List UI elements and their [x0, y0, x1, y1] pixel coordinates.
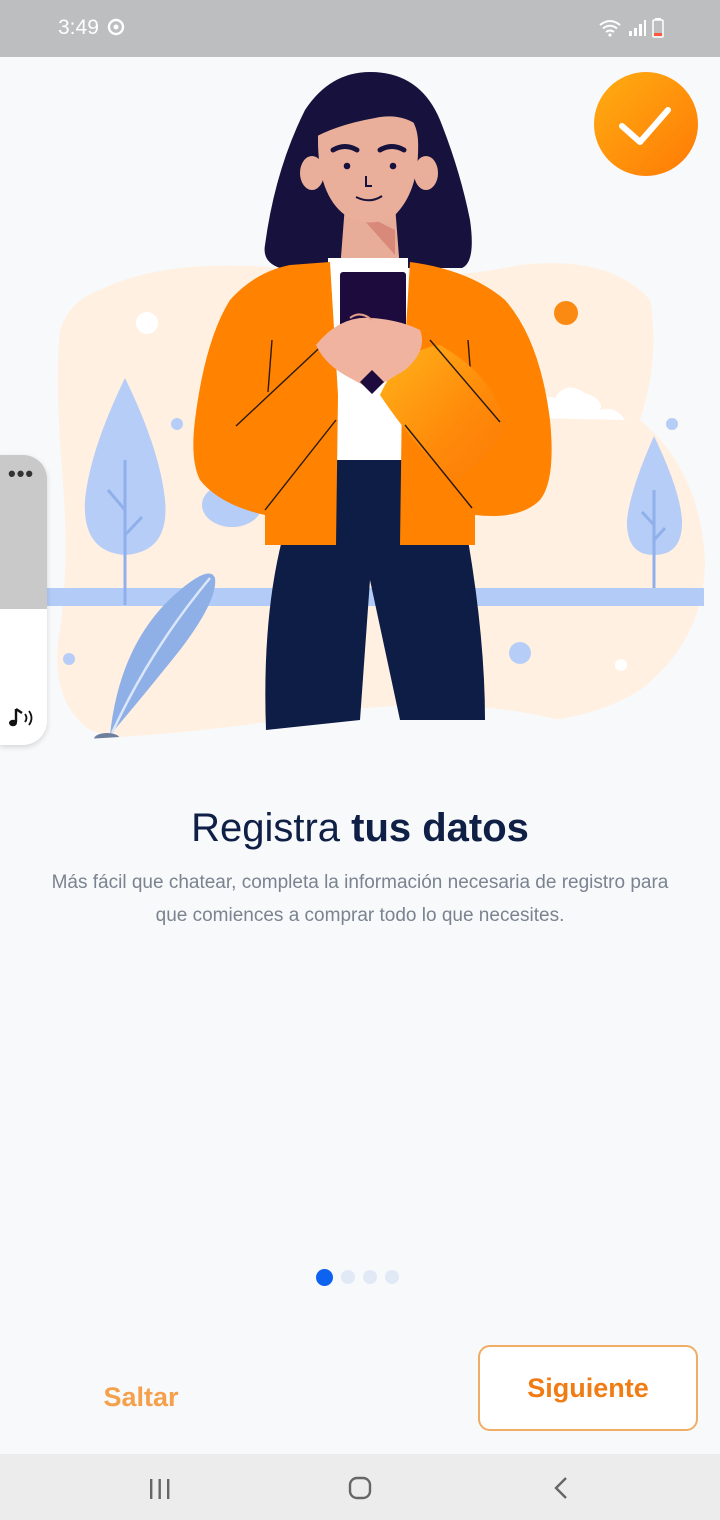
widget-handle[interactable]: •••: [0, 455, 47, 609]
skip-button[interactable]: Saltar: [88, 1370, 194, 1424]
page-dot[interactable]: [341, 1270, 355, 1284]
title-bold: tus datos: [351, 806, 529, 850]
back-icon[interactable]: [552, 1476, 572, 1505]
home-icon[interactable]: [348, 1476, 372, 1505]
status-bar: 3:49: [0, 0, 720, 57]
status-icons: [598, 18, 664, 38]
onboarding-illustration: [0, 57, 720, 800]
page-indicator: [316, 1269, 399, 1286]
more-icon[interactable]: •••: [8, 463, 34, 485]
page-dot[interactable]: [385, 1270, 399, 1284]
onboarding-title: Registra tus datos: [0, 806, 720, 851]
recent-apps-icon[interactable]: [148, 1478, 172, 1505]
music-icon[interactable]: [6, 705, 36, 736]
battery-icon: [652, 18, 664, 38]
next-button[interactable]: Siguiente: [478, 1345, 698, 1431]
signal-icon: [629, 20, 646, 36]
title-regular: Registra: [191, 806, 352, 850]
wifi-icon: [599, 20, 621, 37]
sync-icon: [106, 17, 126, 42]
status-time: 3:49: [58, 16, 99, 39]
check-badge: [594, 72, 698, 176]
navigation-bar: [0, 1454, 720, 1520]
page-dot-active[interactable]: [316, 1269, 333, 1286]
floating-music-widget[interactable]: •••: [0, 455, 47, 745]
page-dot[interactable]: [363, 1270, 377, 1284]
onboarding-description: Más fácil que chatear, completa la infor…: [51, 872, 669, 926]
